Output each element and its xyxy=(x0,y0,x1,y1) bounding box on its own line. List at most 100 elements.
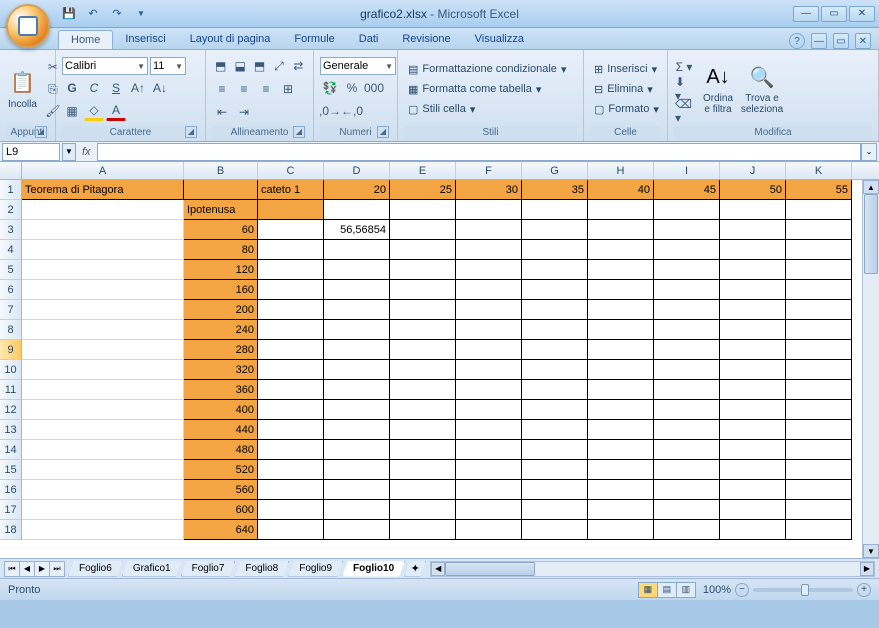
save-icon[interactable]: 💾 xyxy=(60,5,78,23)
fill-icon[interactable]: ⬇ ▾ xyxy=(674,79,694,99)
cell[interactable] xyxy=(324,320,390,340)
cell[interactable] xyxy=(390,480,456,500)
cell[interactable] xyxy=(390,520,456,540)
cell[interactable] xyxy=(258,360,324,380)
row-header-9[interactable]: 9 xyxy=(0,340,22,360)
doc-restore-button[interactable]: ▭ xyxy=(833,33,849,49)
maximize-button[interactable]: ▭ xyxy=(821,6,847,22)
cell[interactable] xyxy=(720,500,786,520)
merge-icon[interactable]: ⊞ xyxy=(278,79,298,99)
cell[interactable] xyxy=(522,360,588,380)
cell[interactable] xyxy=(522,400,588,420)
cell[interactable] xyxy=(324,340,390,360)
align-middle-icon[interactable]: ⬓ xyxy=(231,56,248,76)
col-header-B[interactable]: B xyxy=(184,162,258,179)
cell[interactable] xyxy=(588,500,654,520)
cell[interactable]: 40 xyxy=(588,180,654,200)
cell[interactable] xyxy=(258,420,324,440)
cell[interactable]: 360 xyxy=(184,380,258,400)
conditional-formatting-button[interactable]: ▤Formattazione condizionale ▾ xyxy=(404,59,577,79)
sheet-prev-icon[interactable]: ◀ xyxy=(19,561,35,577)
font-color-icon[interactable]: A xyxy=(106,101,126,121)
cell[interactable] xyxy=(258,320,324,340)
cell[interactable] xyxy=(258,340,324,360)
help-icon[interactable]: ? xyxy=(789,33,805,49)
cell[interactable] xyxy=(720,480,786,500)
cell[interactable] xyxy=(720,320,786,340)
sheet-tab-foglio6[interactable]: Foglio6 xyxy=(68,561,123,577)
cell[interactable] xyxy=(390,340,456,360)
cell[interactable] xyxy=(654,360,720,380)
cell[interactable] xyxy=(22,480,184,500)
insert-cells-button[interactable]: ⊞Inserisci ▾ xyxy=(590,59,661,79)
cell[interactable]: 45 xyxy=(654,180,720,200)
cell[interactable] xyxy=(522,520,588,540)
cell[interactable] xyxy=(786,520,852,540)
cell[interactable] xyxy=(456,380,522,400)
number-launcher[interactable]: ◢ xyxy=(377,126,389,138)
format-as-table-button[interactable]: ▦Formatta come tabella ▾ xyxy=(404,79,577,99)
cell[interactable] xyxy=(522,200,588,220)
minimize-button[interactable]: — xyxy=(793,6,819,22)
col-header-G[interactable]: G xyxy=(522,162,588,179)
cell[interactable] xyxy=(786,360,852,380)
cell[interactable] xyxy=(654,300,720,320)
cell[interactable]: 520 xyxy=(184,460,258,480)
new-sheet-button[interactable]: ✦ xyxy=(404,561,426,577)
redo-icon[interactable]: ↷ xyxy=(108,5,126,23)
cell[interactable] xyxy=(324,240,390,260)
cell[interactable] xyxy=(324,200,390,220)
cell[interactable] xyxy=(456,260,522,280)
comma-icon[interactable]: 000 xyxy=(364,78,384,98)
cell[interactable] xyxy=(786,380,852,400)
cell[interactable] xyxy=(258,300,324,320)
sheet-tab-foglio10[interactable]: Foglio10 xyxy=(342,561,405,577)
cell[interactable] xyxy=(390,320,456,340)
cell[interactable]: 55 xyxy=(786,180,852,200)
cell[interactable] xyxy=(588,260,654,280)
tab-dati[interactable]: Dati xyxy=(347,30,391,49)
cell[interactable] xyxy=(456,320,522,340)
cell[interactable] xyxy=(22,380,184,400)
cell[interactable] xyxy=(258,380,324,400)
cell[interactable] xyxy=(522,260,588,280)
tab-inserisci[interactable]: Inserisci xyxy=(113,30,177,49)
cell[interactable] xyxy=(22,500,184,520)
col-header-F[interactable]: F xyxy=(456,162,522,179)
tab-revisione[interactable]: Revisione xyxy=(390,30,462,49)
formula-expand-icon[interactable]: ⌄ xyxy=(861,143,877,161)
cell[interactable] xyxy=(456,340,522,360)
scroll-left-icon[interactable]: ◀ xyxy=(431,562,445,576)
cell[interactable]: 240 xyxy=(184,320,258,340)
cell[interactable] xyxy=(654,400,720,420)
cell[interactable] xyxy=(654,460,720,480)
cell[interactable] xyxy=(258,220,324,240)
number-format-combo[interactable]: Generale▼ xyxy=(320,57,396,75)
cell[interactable] xyxy=(720,520,786,540)
cell[interactable]: 80 xyxy=(184,240,258,260)
cell[interactable] xyxy=(456,420,522,440)
cell[interactable] xyxy=(654,240,720,260)
cell[interactable] xyxy=(22,320,184,340)
cell[interactable] xyxy=(22,240,184,260)
cell[interactable] xyxy=(786,260,852,280)
bold-button[interactable]: G xyxy=(62,78,82,98)
cell[interactable] xyxy=(654,500,720,520)
cell[interactable] xyxy=(258,260,324,280)
col-header-C[interactable]: C xyxy=(258,162,324,179)
cell[interactable] xyxy=(390,200,456,220)
row-header-8[interactable]: 8 xyxy=(0,320,22,340)
sheet-first-icon[interactable]: ⏮ xyxy=(4,561,20,577)
cell[interactable] xyxy=(720,300,786,320)
cell[interactable] xyxy=(786,480,852,500)
cell[interactable] xyxy=(390,220,456,240)
align-bottom-icon[interactable]: ⬒ xyxy=(251,56,268,76)
cell[interactable] xyxy=(456,500,522,520)
cell[interactable] xyxy=(258,200,324,220)
cell[interactable] xyxy=(522,480,588,500)
cell[interactable] xyxy=(654,340,720,360)
cell[interactable] xyxy=(654,320,720,340)
wrap-text-icon[interactable]: ⇄ xyxy=(290,56,307,76)
name-box[interactable]: L9 xyxy=(2,143,60,161)
cell[interactable] xyxy=(324,420,390,440)
